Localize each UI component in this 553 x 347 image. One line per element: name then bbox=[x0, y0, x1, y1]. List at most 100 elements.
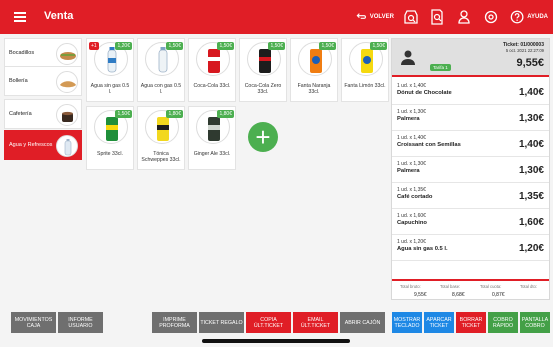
line-name: Dónut de Chocolate bbox=[397, 90, 452, 96]
product-card[interactable]: 1,80€ Tónica Schweppes 33cl. bbox=[137, 106, 185, 170]
copia-ultimo-ticket-button[interactable]: COPIA ÚLT.TICKET bbox=[246, 312, 291, 333]
total-cuota-label: Total cuota: bbox=[480, 284, 502, 289]
line-total: 1,20€ bbox=[518, 243, 544, 254]
product-name: Agua sin gas 0.5 l. bbox=[90, 83, 130, 95]
total-base-label: Total base: bbox=[440, 284, 461, 289]
imprime-proforma-button[interactable]: IMPRIME PROFORMA bbox=[152, 312, 197, 333]
price-badge: 1,50€ bbox=[370, 42, 387, 50]
movimientos-caja-button[interactable]: MOVIMIENTOS CAJA bbox=[11, 312, 56, 333]
top-bar: Venta VOLVER AYUDA bbox=[0, 0, 553, 34]
line-quantity: 1 ud. x 1,30€ bbox=[397, 161, 426, 167]
settings-button[interactable] bbox=[482, 6, 500, 28]
plus-icon: + bbox=[255, 122, 271, 152]
add-product-button[interactable]: + bbox=[248, 122, 278, 152]
informe-usuario-button[interactable]: INFORME USUARIO bbox=[58, 312, 103, 333]
product-name: Coca-Cola Zero 33cl. bbox=[244, 83, 282, 95]
category-bolleria[interactable]: Bollería bbox=[4, 66, 82, 96]
price-badge: 1,50€ bbox=[268, 42, 285, 50]
price-badge: 1,50€ bbox=[217, 42, 234, 50]
line-name: Palmera bbox=[397, 168, 420, 174]
ticket-panel: Tarifa 1 Ticket: 01/000003 5 oct. 2021 2… bbox=[391, 38, 550, 300]
product-card[interactable]: 1,50€ Agua con gas 0.5 l. bbox=[137, 38, 185, 102]
line-quantity: 1 ud. x 1,35€ bbox=[397, 187, 426, 193]
total-bruto-label: Total bruto: bbox=[400, 284, 421, 289]
total-cuota-value: 0,87€ bbox=[492, 292, 505, 298]
price-badge: 1,50€ bbox=[166, 42, 183, 50]
ticket-line[interactable]: 1 ud. x 1,60€ Capuchino 1,60€ bbox=[392, 209, 549, 235]
line-total: 1,60€ bbox=[518, 217, 544, 228]
total-dto-label: Total dto: bbox=[520, 284, 537, 289]
header-divider bbox=[392, 75, 549, 77]
line-name: Palmera bbox=[397, 116, 420, 122]
ticket-regalo-button[interactable]: TICKET REGALO bbox=[199, 312, 244, 333]
ticket-line[interactable]: 1 ud. x 1,20€ Agua sin gas 0.5 l. 1,20€ bbox=[392, 235, 549, 261]
search-ticket-button[interactable] bbox=[428, 6, 446, 28]
water-bottle-image bbox=[56, 135, 78, 157]
help-icon bbox=[510, 10, 524, 24]
total-bruto-value: 9,55€ bbox=[414, 292, 427, 298]
search-product-button[interactable] bbox=[402, 6, 420, 28]
tarifa-badge[interactable]: Tarifa 1 bbox=[430, 64, 451, 71]
line-quantity: 1 ud. x 1,20€ bbox=[397, 239, 426, 245]
settings-icon bbox=[484, 10, 498, 24]
home-indicator[interactable] bbox=[202, 339, 350, 343]
email-ultimo-ticket-button[interactable]: EMAIL ÚLT.TICKET bbox=[293, 312, 338, 333]
back-button[interactable]: VOLVER bbox=[356, 6, 394, 28]
line-total: 1,35€ bbox=[518, 191, 544, 202]
category-cafeteria[interactable]: Cafetería bbox=[4, 99, 82, 129]
coffee-image bbox=[56, 104, 78, 126]
customer-avatar-icon[interactable] bbox=[400, 49, 416, 65]
line-name: Capuchino bbox=[397, 220, 427, 226]
product-card[interactable]: 1,80€ Ginger Ale 33cl. bbox=[188, 106, 236, 170]
ticket-line[interactable]: 1 ud. x 1,30€ Palmera 1,30€ bbox=[392, 157, 549, 183]
product-card[interactable]: 1,50€ Coca-Cola Zero 33cl. bbox=[239, 38, 287, 102]
line-total: 1,40€ bbox=[518, 87, 544, 98]
search-ticket-icon bbox=[431, 9, 443, 25]
product-card[interactable]: 1,50€ Fanta Limón 33cl. bbox=[341, 38, 389, 102]
line-total: 1,40€ bbox=[518, 139, 544, 150]
category-label: Agua y Refrescos bbox=[9, 142, 53, 148]
ticket-line[interactable]: 1 ud. x 1,30€ Palmera 1,30€ bbox=[392, 105, 549, 131]
price-badge: 1,50€ bbox=[319, 42, 336, 50]
ticket-line[interactable]: 1 ud. x 1,40€ Dónut de Chocolate 1,40€ bbox=[392, 79, 549, 105]
pantalla-cobro-button[interactable]: PANTALLA COBRO bbox=[520, 312, 550, 333]
category-label: Bocadillos bbox=[9, 50, 35, 56]
line-total: 1,30€ bbox=[518, 113, 544, 124]
ticket-header: Tarifa 1 Ticket: 01/000003 5 oct. 2021 2… bbox=[392, 39, 549, 75]
line-quantity: 1 ud. x 1,40€ bbox=[397, 135, 426, 141]
search-product-icon bbox=[404, 10, 418, 24]
category-agua-refrescos[interactable]: Agua y Refrescos bbox=[4, 130, 82, 160]
ticket-total: 9,55€ bbox=[516, 57, 544, 69]
category-bocadillos[interactable]: Bocadillos bbox=[4, 38, 82, 68]
product-card[interactable]: 1,50€ Coca-Cola 33cl. bbox=[188, 38, 236, 102]
ticket-line[interactable]: 1 ud. x 1,35€ Café cortado 1,35€ bbox=[392, 183, 549, 209]
abrir-cajon-button[interactable]: ABRIR CAJÓN bbox=[340, 312, 385, 333]
quantity-badge: +1 bbox=[89, 42, 99, 50]
mostrar-teclado-button[interactable]: MOSTRAR TECLADO bbox=[392, 312, 422, 333]
product-name: Agua con gas 0.5 l. bbox=[140, 83, 182, 95]
ticket-line[interactable]: 1 ud. x 1,40€ Croissant con Semillas 1,4… bbox=[392, 131, 549, 157]
return-arrow-icon bbox=[356, 13, 366, 19]
page-title: Venta bbox=[44, 10, 74, 22]
user-button[interactable] bbox=[455, 6, 473, 28]
cobro-rapido-button[interactable]: COBRO RÁPIDO bbox=[488, 312, 518, 333]
product-name: Sprite 33cl. bbox=[97, 151, 123, 157]
borrar-ticket-button[interactable]: BORRAR TICKET bbox=[456, 312, 486, 333]
product-name: Ginger Ale 33cl. bbox=[193, 151, 231, 157]
product-card[interactable]: +1 1,20€ Agua sin gas 0.5 l. bbox=[86, 38, 134, 102]
price-badge: 1,50€ bbox=[115, 110, 132, 118]
aparcar-ticket-button[interactable]: APARCAR TICKET bbox=[424, 312, 454, 333]
product-card[interactable]: 1,50€ Fanta Naranja 33cl. bbox=[290, 38, 338, 102]
product-name: Fanta Naranja 33cl. bbox=[297, 83, 331, 95]
product-name: Coca-Cola 33cl. bbox=[193, 83, 231, 89]
category-label: Cafetería bbox=[9, 111, 32, 117]
category-label: Bollería bbox=[9, 78, 28, 84]
line-name: Croissant con Semillas bbox=[397, 142, 461, 148]
product-card[interactable]: 1,50€ Sprite 33cl. bbox=[86, 106, 134, 170]
menu-icon[interactable] bbox=[14, 12, 26, 22]
price-badge: 1,80€ bbox=[166, 110, 183, 118]
help-label: AYUDA bbox=[527, 14, 548, 20]
line-total: 1,30€ bbox=[518, 165, 544, 176]
line-name: Agua sin gas 0.5 l. bbox=[397, 246, 448, 252]
help-button[interactable]: AYUDA bbox=[510, 6, 548, 28]
